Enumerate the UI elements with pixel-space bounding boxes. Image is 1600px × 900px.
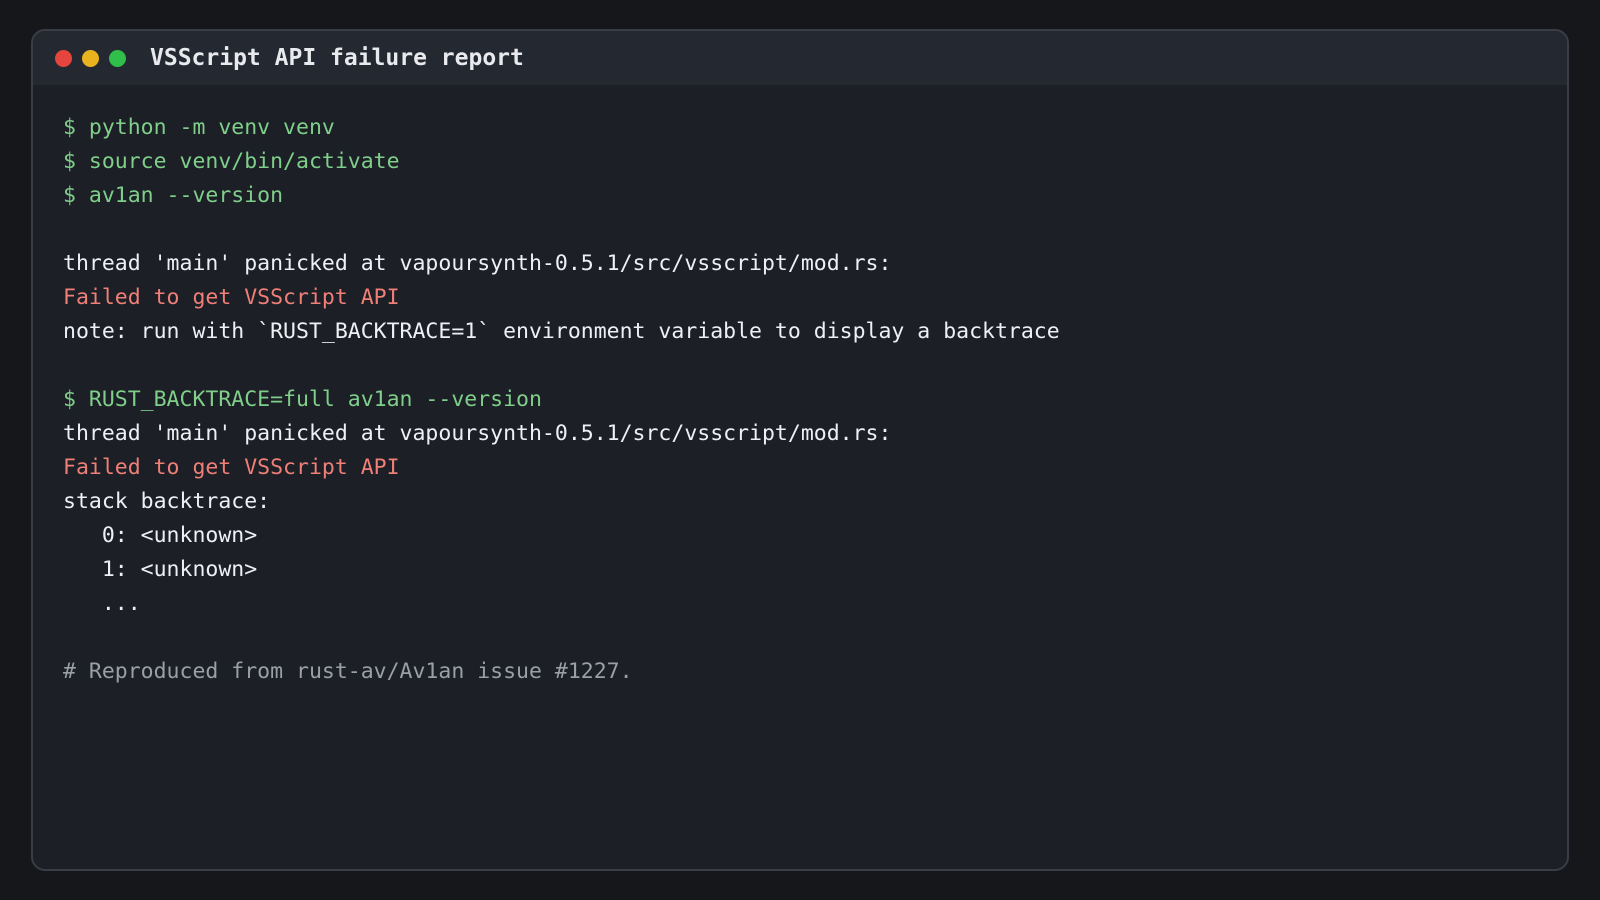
terminal-line-out: thread 'main' panicked at vapoursynth-0.… <box>63 421 892 446</box>
terminal-line-out: note: run with `RUST_BACKTRACE=1` enviro… <box>63 319 1060 344</box>
terminal-window: VSScript API failure report $ python -m … <box>31 29 1569 871</box>
title-bar: VSScript API failure report <box>33 31 1567 85</box>
terminal-line-comment: # Reproduced from rust-av/Av1an issue #1… <box>63 659 633 684</box>
terminal-output[interactable]: $ python -m venv venv $ source venv/bin/a… <box>33 85 1567 689</box>
window-title: VSScript API failure report <box>150 45 524 71</box>
terminal-line-out: stack backtrace: <box>63 489 271 514</box>
terminal-line-err: Failed to get VSScript API <box>63 285 400 310</box>
terminal-line-cmd: $ source venv/bin/activate <box>63 149 400 174</box>
terminal-line-out: 1: <unknown> <box>63 557 258 582</box>
terminal-line-cmd: $ RUST_BACKTRACE=full av1an --version <box>63 387 542 412</box>
minimize-icon[interactable] <box>82 49 99 67</box>
maximize-icon[interactable] <box>109 49 126 67</box>
terminal-line-cmd: $ python -m venv venv <box>63 115 335 140</box>
terminal-line-err: Failed to get VSScript API <box>63 455 400 480</box>
terminal-line-out: thread 'main' panicked at vapoursynth-0.… <box>63 251 892 276</box>
terminal-line-cmd: $ av1an --version <box>63 183 284 208</box>
close-icon[interactable] <box>55 49 72 67</box>
terminal-line-out: 0: <unknown> <box>63 523 258 548</box>
terminal-line-out: ... <box>63 591 141 616</box>
